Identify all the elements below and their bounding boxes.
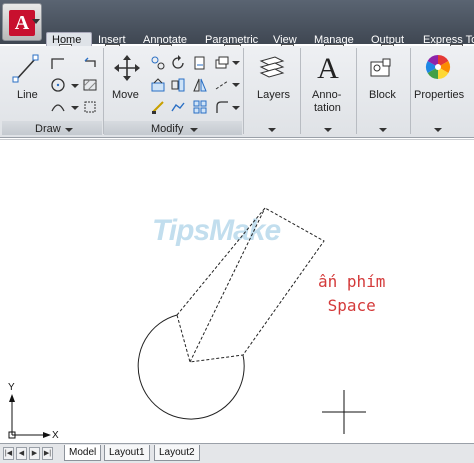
tab-express-tools[interactable]: Express Too xyxy=(423,34,474,46)
mirror-button[interactable] xyxy=(170,77,186,93)
hatch-icon xyxy=(82,77,98,93)
explode-dropdown-icon[interactable] xyxy=(232,83,240,87)
trim-icon xyxy=(192,55,208,71)
copy-icon xyxy=(150,55,166,71)
layout-tab-model[interactable]: Model xyxy=(64,445,102,461)
ribbon-tab-bar: A Home Insert Annotate Parametric View M… xyxy=(0,0,474,57)
circle-button[interactable] xyxy=(50,77,66,93)
circle-dropdown-icon[interactable] xyxy=(71,84,79,88)
color-wheel-icon xyxy=(424,53,452,81)
block-button[interactable] xyxy=(367,54,395,82)
explode-button[interactable] xyxy=(214,77,230,93)
ucs-icon xyxy=(8,394,51,439)
rectangle-button[interactable] xyxy=(82,55,98,71)
annotation-panel-expand-icon[interactable] xyxy=(324,128,332,132)
polyline-button[interactable] xyxy=(50,55,66,71)
annotation-line1: ấn phím xyxy=(318,272,386,291)
svg-text:A: A xyxy=(317,52,339,82)
array-button[interactable] xyxy=(170,99,186,115)
annotation-button[interactable]: A xyxy=(314,52,342,82)
fillet-button[interactable] xyxy=(192,77,208,93)
rotate-icon xyxy=(170,55,186,71)
fillet-icon xyxy=(192,77,208,93)
last-layout-button[interactable]: ▶| xyxy=(42,447,53,460)
offset-icon xyxy=(192,99,208,115)
panel-separator xyxy=(243,48,244,134)
properties-label: Properties xyxy=(414,89,465,101)
offset-button[interactable] xyxy=(192,99,208,115)
layout-tab-strip: |◀ ◀ ▶ ▶| Model Layout1 Layout2 xyxy=(0,443,474,463)
line-tool-button[interactable] xyxy=(12,54,40,84)
rotate-button[interactable] xyxy=(170,55,186,71)
layers-label: Layers xyxy=(257,89,291,101)
application-menu-button[interactable]: A xyxy=(2,3,42,41)
region-icon xyxy=(82,99,98,115)
layers-icon xyxy=(257,53,287,81)
line-icon xyxy=(12,54,40,84)
rectangle-icon xyxy=(82,55,98,71)
circle-arc-shape xyxy=(137,314,245,420)
block-icon xyxy=(367,54,395,82)
circle-icon xyxy=(50,77,66,93)
copy-button[interactable] xyxy=(150,55,166,71)
drawing-geometry xyxy=(8,207,366,439)
arc-icon xyxy=(50,99,66,115)
mirror-icon xyxy=(170,77,186,93)
ucs-x-label: X xyxy=(52,430,59,441)
instruction-annotation: ấn phím Space xyxy=(318,270,385,318)
line-label: Line xyxy=(17,89,38,101)
panel-separator xyxy=(410,48,411,134)
next-layout-button[interactable]: ▶ xyxy=(29,447,40,460)
trim-button[interactable] xyxy=(192,55,208,71)
erase-dropdown-icon[interactable] xyxy=(232,61,240,65)
stretch-button[interactable] xyxy=(150,77,166,93)
layers-panel-expand-icon[interactable] xyxy=(268,128,276,132)
erase-button[interactable] xyxy=(214,55,230,71)
modify-panel-expand-icon[interactable] xyxy=(190,128,198,132)
polyline-icon xyxy=(50,55,66,71)
layout-tab-layout2[interactable]: Layout2 xyxy=(154,445,200,461)
draw-panel-title[interactable]: Draw xyxy=(35,123,61,135)
previous-layout-button[interactable]: ◀ xyxy=(16,447,27,460)
scale-button[interactable] xyxy=(150,99,166,115)
properties-panel-expand-icon[interactable] xyxy=(434,128,442,132)
hatch-button[interactable] xyxy=(82,77,98,93)
chamfer-dropdown-icon[interactable] xyxy=(232,106,240,110)
panel-separator xyxy=(356,48,357,134)
chamfer-icon xyxy=(214,99,230,115)
erase-icon xyxy=(214,55,230,71)
block-label: Block xyxy=(369,89,396,101)
dashed-inner-line xyxy=(189,207,266,363)
drawing-canvas[interactable]: TipsMake Y X ấn phím Space xyxy=(0,139,474,443)
layout-tab-layout1[interactable]: Layout1 xyxy=(104,445,150,461)
arc-dropdown-icon[interactable] xyxy=(71,106,79,110)
move-label: Move xyxy=(112,89,139,101)
annotation-label-line1: Anno- xyxy=(312,89,342,101)
layers-button[interactable] xyxy=(257,53,287,81)
text-a-icon: A xyxy=(314,52,342,82)
panel-separator xyxy=(300,48,301,134)
annotation-label-line2: tation xyxy=(314,102,341,114)
crosshair-cursor-icon xyxy=(322,390,366,434)
block-panel-expand-icon[interactable] xyxy=(379,128,387,132)
scale-icon xyxy=(150,99,166,115)
first-layout-button[interactable]: |◀ xyxy=(3,447,14,460)
stretch-icon xyxy=(150,77,166,93)
ribbon: Line Draw Move Modify Layers A Anno- tat… xyxy=(0,46,474,138)
move-tool-button[interactable] xyxy=(113,54,141,82)
explode-icon xyxy=(214,77,230,93)
array-icon xyxy=(170,99,186,115)
chamfer-button[interactable] xyxy=(214,99,230,115)
properties-button[interactable] xyxy=(424,53,452,81)
chevron-down-icon xyxy=(32,19,40,24)
dashed-selection-shape xyxy=(176,207,325,363)
annotation-line2: Space xyxy=(327,296,376,315)
move-icon xyxy=(113,54,141,82)
draw-panel-expand-icon[interactable] xyxy=(65,128,73,132)
modify-panel-title[interactable]: Modify xyxy=(151,123,183,135)
region-button[interactable] xyxy=(82,99,98,115)
arc-button[interactable] xyxy=(50,99,66,115)
ucs-y-label: Y xyxy=(8,382,15,393)
